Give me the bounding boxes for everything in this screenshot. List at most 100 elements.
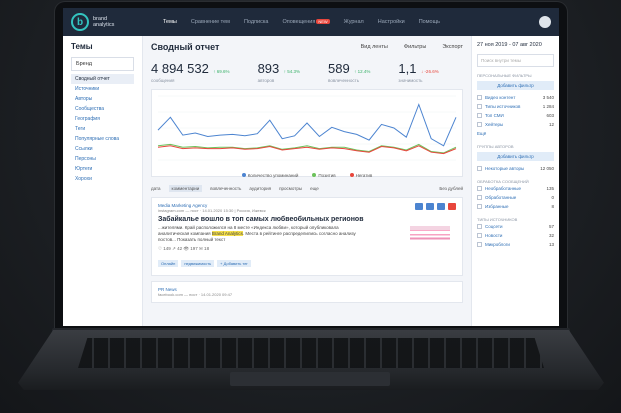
section-title: Персональные фильтры <box>477 73 532 78</box>
filter-label: Новости <box>485 233 503 238</box>
legend-positive[interactable]: Позитив <box>312 173 336 178</box>
post-card: PR News facebook.com — пост · 14.01.2020… <box>151 281 463 303</box>
checkbox[interactable] <box>477 233 482 238</box>
tab-audience[interactable]: аудитория <box>249 186 271 191</box>
stat-significance: 1,1 ↓ -26.6% значимость <box>398 60 438 83</box>
brand-logo[interactable]: b brand analytics <box>71 13 163 31</box>
sort-tabs: дата комментарии вовлеченность аудитория… <box>151 185 463 192</box>
tab-more[interactable]: еще <box>310 186 319 191</box>
no-duplicates-toggle[interactable]: Без дублей <box>439 186 463 191</box>
stat-label: авторов <box>257 78 275 83</box>
view-button[interactable]: Вид ленты <box>361 44 388 50</box>
filter-label: Некоторые авторы <box>485 166 525 171</box>
nav-item-compare[interactable]: Сравнение тем <box>191 19 230 25</box>
nav-item-subscription[interactable]: Подписка <box>244 19 269 25</box>
nav-item-help[interactable]: Помощь <box>419 19 440 25</box>
stat-delta: ↑ 54.3% <box>283 69 300 74</box>
filter-count: 12 050 <box>540 166 554 171</box>
checkbox[interactable] <box>477 186 482 191</box>
tag-chip[interactable]: Онлайн <box>158 260 179 267</box>
sidebar-item-links[interactable]: Ссылки <box>71 144 134 154</box>
left-sidebar: Темы Бренд Сводный отчет Источники Автор… <box>63 36 143 326</box>
stat-value: 1,1 <box>398 61 417 76</box>
filters-button[interactable]: Фильтры <box>404 44 426 50</box>
nav-item-settings[interactable]: Настройки <box>378 19 405 25</box>
filter-row[interactable]: Топ СМИ 603 <box>477 111 554 120</box>
filter-row[interactable]: Избранные 8 <box>477 202 554 211</box>
add-filter-button[interactable]: Добавить фильтр <box>477 152 554 161</box>
delete-icon[interactable] <box>448 203 456 210</box>
share-icon[interactable] <box>437 203 445 210</box>
filter-count: 32 <box>548 233 554 238</box>
checkbox[interactable] <box>477 113 482 118</box>
sidebar-item-other[interactable]: Хорохи <box>71 174 134 184</box>
post-card: Media Marketing Agency instagram.com — п… <box>151 197 463 276</box>
chart-legend: Количество упоминаний Позитив Негатив <box>152 173 462 178</box>
checkbox[interactable] <box>477 122 482 127</box>
sidebar-item-sources[interactable]: Источники <box>71 84 134 94</box>
tab-engagement[interactable]: вовлеченность <box>210 186 241 191</box>
checkbox[interactable] <box>477 95 482 100</box>
post-actions <box>415 203 456 210</box>
main-header: Сводный отчет Вид ленты Фильтры Экспорт <box>151 42 463 52</box>
filter-row[interactable]: Хейтеры 12 <box>477 120 554 129</box>
section-title: Группы авторов <box>477 144 514 149</box>
add-tag-button[interactable]: + Добавить тег <box>217 260 251 267</box>
filter-row[interactable]: Некоторые авторы 12 050 <box>477 164 554 173</box>
checkbox[interactable] <box>477 195 482 200</box>
stat-messages: 4 894 532 ↑ 69.6% сообщения <box>151 60 230 83</box>
stat-label: вовлеченность <box>327 78 360 83</box>
checkbox[interactable] <box>477 224 482 229</box>
nav-item-alerts[interactable]: Оповещения NEW <box>282 19 330 25</box>
checkbox[interactable] <box>477 242 482 247</box>
filter-count: 8 <box>551 204 554 209</box>
legend-negative[interactable]: Негатив <box>349 173 372 178</box>
date-range[interactable]: 27 ноя 2019 - 07 авг 2020 <box>477 42 554 48</box>
link-icon[interactable] <box>426 203 434 210</box>
filter-row[interactable]: Микроблоги 13 <box>477 240 554 249</box>
tag-chip[interactable]: недвижимость <box>181 260 215 267</box>
tab-comments[interactable]: комментарии <box>168 185 203 192</box>
post-title[interactable]: Забайкалье вошло в топ самых любвеобильн… <box>158 216 456 223</box>
more-link[interactable]: Ещё <box>477 129 554 138</box>
sidebar-item-summary[interactable]: Сводный отчет <box>71 74 134 84</box>
post-thumbnail[interactable] <box>410 226 450 252</box>
add-filter-button[interactable]: Добавить фильтр <box>477 81 554 90</box>
filter-row[interactable]: Необработанные 135 <box>477 184 554 193</box>
nav-item-themes[interactable]: Темы <box>163 19 177 25</box>
nav-item-journal[interactable]: Журнал <box>344 19 364 25</box>
post-meta-line: facebook.com — пост · 14.01.2020 09:47 <box>158 292 233 297</box>
logo-text: brand analytics <box>93 16 115 28</box>
filter-count: 0 <box>551 195 554 200</box>
checkbox[interactable] <box>477 104 482 109</box>
logo-icon: b <box>71 13 89 31</box>
sidebar-item-communities[interactable]: Сообщества <box>71 104 134 114</box>
legend-mentions[interactable]: Количество упоминаний <box>241 173 298 178</box>
legend-label: Позитив <box>318 173 336 178</box>
comment-icon[interactable] <box>415 203 423 210</box>
filter-row[interactable]: Обработанные 0 <box>477 193 554 202</box>
sidebar-item-words[interactable]: Популярные слова <box>71 134 134 144</box>
checkbox[interactable] <box>477 166 482 171</box>
filter-row[interactable]: Новости 32 <box>477 231 554 240</box>
tab-date[interactable]: дата <box>151 186 161 191</box>
filter-row[interactable]: Соцсети 57 <box>477 222 554 231</box>
laptop-trackpad <box>230 372 390 386</box>
filter-row[interactable]: Видео контент 3 540 <box>477 93 554 102</box>
sidebar-item-legal[interactable]: Юртеги <box>71 164 134 174</box>
filter-row[interactable]: Типы источников 1 284 <box>477 102 554 111</box>
export-button[interactable]: Экспорт <box>442 44 463 50</box>
page-title: Сводный отчет <box>151 42 220 52</box>
user-avatar[interactable] <box>539 16 551 28</box>
filter-label: Микроблоги <box>485 242 510 247</box>
sidebar-item-persons[interactable]: Персоны <box>71 154 134 164</box>
checkbox[interactable] <box>477 204 482 209</box>
brand-select[interactable]: Бренд <box>71 57 134 71</box>
sidebar-item-authors[interactable]: Авторы <box>71 94 134 104</box>
sidebar-item-geo[interactable]: География <box>71 114 134 124</box>
sidebar-item-tags[interactable]: Теги <box>71 124 134 134</box>
search-input[interactable]: Поиск внутри темы <box>477 54 554 67</box>
filter-label: Типы источников <box>485 104 521 109</box>
main-content: Сводный отчет Вид ленты Фильтры Экспорт … <box>143 36 471 326</box>
tab-views[interactable]: просмотры <box>279 186 302 191</box>
